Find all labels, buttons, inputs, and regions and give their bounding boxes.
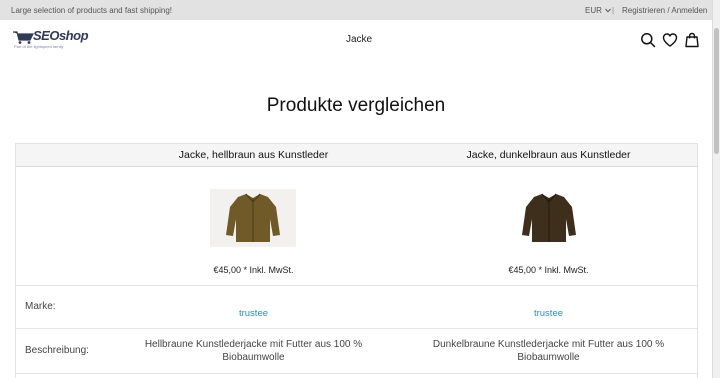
nav-item-jacke[interactable]: Jacke: [346, 34, 372, 45]
topbar-separator: |: [612, 6, 615, 15]
product-price-2: €45,00 * Inkl. MwSt.: [508, 265, 589, 275]
description-line: Dunkelbraune Kunstlederjacke mit Futter …: [432, 339, 665, 350]
row-divider: [16, 285, 697, 286]
brand-link-2[interactable]: trustee: [406, 308, 691, 319]
product-name-1[interactable]: Jacke, hellbraun aus Kunstleder: [116, 149, 391, 161]
account-link[interactable]: Registrieren / Anmelden: [622, 6, 707, 15]
compare-table: Jacke, hellbraun aus Kunstleder Jacke, d…: [15, 143, 698, 378]
description-line: Hellbraune Kunstlederjacke mit Futter au…: [144, 339, 363, 350]
logo-tagline: Part of the lightspeed family: [14, 44, 64, 49]
logo-text: SEOshop: [33, 28, 89, 43]
shipping-message: Large selection of products and fast shi…: [11, 6, 172, 15]
product-image-1[interactable]: [210, 189, 296, 247]
search-icon[interactable]: [640, 32, 656, 48]
product-description-2: Dunkelbraune Kunstlederjacke mit Futter …: [406, 338, 691, 364]
brand-link-1[interactable]: trustee: [116, 308, 391, 319]
row-divider: [16, 373, 697, 374]
description-line: Biobaumwolle: [517, 352, 580, 363]
brand-label: Marke:: [25, 301, 56, 312]
description-label: Beschreibung:: [25, 345, 89, 356]
row-divider: [16, 328, 697, 329]
currency-selector[interactable]: EUR: [585, 6, 611, 15]
page-title: Produkte vergleichen: [266, 95, 446, 116]
description-line: Biobaumwolle: [222, 352, 285, 363]
shopping-bag-icon[interactable]: [684, 32, 700, 48]
product-description-1: Hellbraune Kunstlederjacke mit Futter au…: [116, 338, 391, 364]
seoshop-logo[interactable]: SEOshop Part of the lightspeed family: [12, 28, 89, 52]
cart-logo-icon: [13, 31, 34, 44]
page-scrollbar[interactable]: [712, 0, 720, 378]
scrollbar-thumb[interactable]: [714, 28, 719, 154]
site-header: SEOshop Part of the lightspeed family Ja…: [0, 20, 712, 60]
currency-label: EUR: [585, 6, 602, 15]
chevron-down-icon: [605, 9, 611, 13]
product-image-2[interactable]: [506, 189, 592, 247]
product-price-1: €45,00 * Inkl. MwSt.: [213, 265, 294, 275]
compare-table-header: Jacke, hellbraun aus Kunstleder Jacke, d…: [16, 144, 697, 167]
product-name-2[interactable]: Jacke, dunkelbraun aus Kunstleder: [406, 149, 691, 161]
heart-icon[interactable]: [662, 32, 678, 48]
top-info-bar: Large selection of products and fast shi…: [0, 0, 712, 20]
